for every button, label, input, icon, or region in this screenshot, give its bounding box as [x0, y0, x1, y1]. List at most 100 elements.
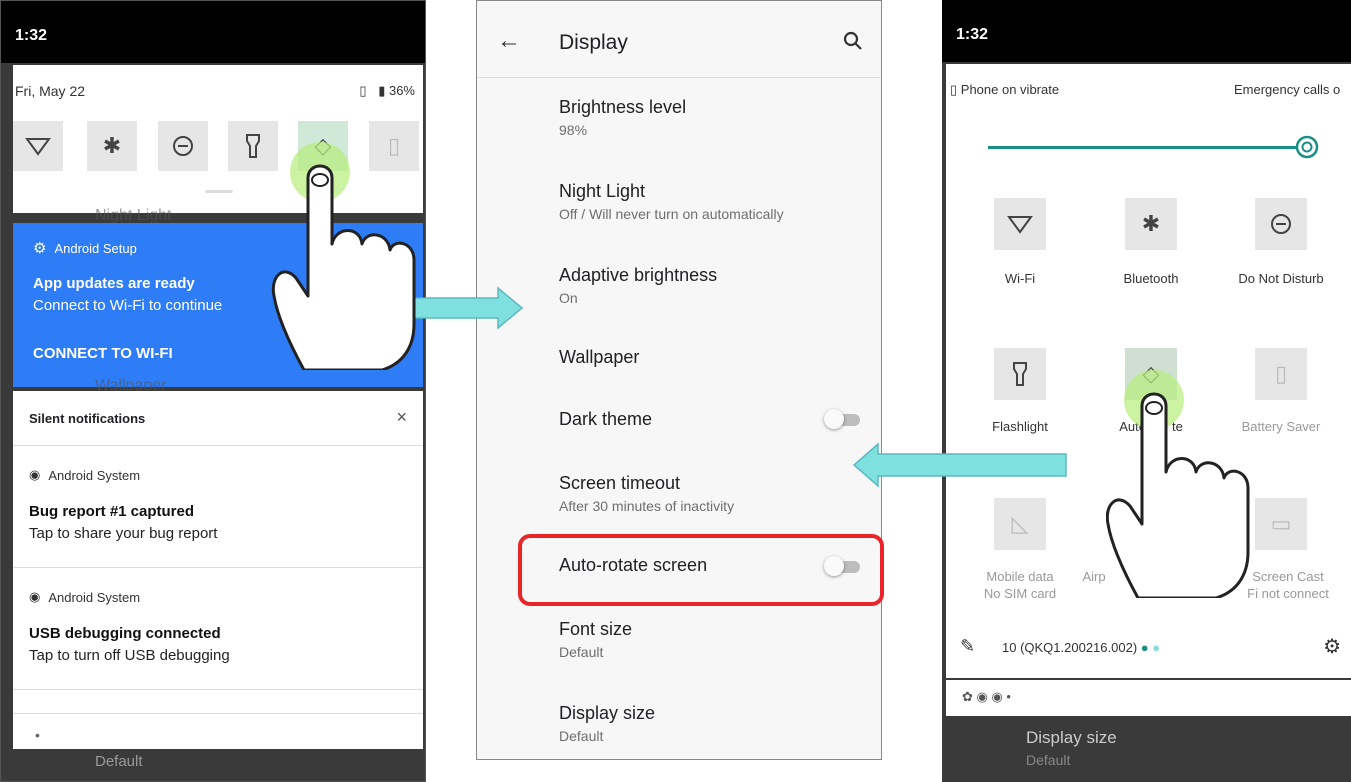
edit-pencil-icon[interactable]: ✎	[960, 636, 975, 657]
flashlight-icon	[246, 134, 260, 158]
app-bar: ← Display	[477, 1, 881, 78]
brightness-slider[interactable]	[988, 146, 1306, 149]
silent-notifications-header: Silent notifications	[29, 411, 146, 426]
wifi-tile[interactable]	[994, 198, 1046, 250]
settings-gear-icon[interactable]: ⚙	[1323, 634, 1341, 659]
background-text: Default	[1026, 752, 1071, 768]
notification-title: App updates are ready	[33, 275, 195, 292]
vibrate-icon: ▯	[950, 82, 958, 97]
flashlight-icon	[1013, 362, 1027, 386]
back-arrow-icon[interactable]: ←	[497, 27, 521, 55]
setting-adaptive-brightness[interactable]: Adaptive brightness On	[559, 265, 717, 306]
notification-app-header: ◉ Android System	[29, 589, 140, 605]
status-time: 1:32	[15, 27, 48, 44]
do-not-disturb-tile[interactable]	[158, 121, 208, 171]
notification-text[interactable]: Tap to turn off USB debugging	[29, 647, 230, 664]
vibrate-icon: ▯	[359, 83, 367, 98]
notification-text[interactable]: Tap to share your bug report	[29, 525, 217, 542]
setting-font-size[interactable]: Font size Default	[559, 619, 632, 660]
do-not-disturb-icon	[1271, 214, 1291, 234]
notification-dot: •	[35, 727, 40, 743]
mobile-data-tile[interactable]: ◺	[994, 498, 1046, 550]
setting-title: Font size	[559, 619, 633, 639]
setting-title: Adaptive brightness	[559, 265, 718, 285]
divider	[13, 713, 423, 714]
setting-summary: Default	[559, 644, 604, 660]
setting-summary: After 30 minutes of inactivity	[559, 498, 735, 514]
date-label: Fri, May 22	[15, 83, 86, 99]
notification-icons: ✿ ◉ ◉ •	[962, 689, 1011, 704]
do-not-disturb-label: Do Not Disturb	[1238, 271, 1324, 286]
vibrate-label: Phone on vibrate	[960, 82, 1060, 97]
setting-title: Night Light	[559, 181, 646, 201]
notification-app-name: Android Setup	[54, 240, 137, 256]
vibrate-status: ▯ Phone on vibrate	[950, 82, 1059, 98]
do-not-disturb-tile[interactable]	[1255, 198, 1307, 250]
drag-handle[interactable]	[205, 190, 233, 193]
setting-title: Wallpaper	[559, 347, 640, 367]
display-settings-screen: ← Display Brightness level 98% Night Lig…	[476, 0, 882, 760]
notification-title[interactable]: USB debugging connected	[29, 625, 221, 642]
setting-summary: On	[559, 290, 578, 306]
page-title: Display	[559, 31, 628, 54]
notification-text: Connect to Wi-Fi to continue	[33, 297, 223, 314]
dark-theme-toggle[interactable]	[824, 409, 860, 429]
flashlight-label: Flashlight	[992, 419, 1048, 434]
setting-summary: Default	[559, 728, 604, 744]
do-not-disturb-icon	[173, 136, 193, 156]
battery-icon: ▮	[378, 83, 386, 98]
search-icon[interactable]	[843, 31, 863, 51]
divider	[13, 567, 423, 568]
emergency-calls-label: Emergency calls o	[1234, 82, 1341, 97]
notification-app-name: Android System	[48, 467, 141, 483]
connect-wifi-action[interactable]: CONNECT TO WI-FI	[33, 345, 173, 362]
notification-icons-strip: ✿ ◉ ◉ •	[946, 680, 1351, 716]
wifi-icon	[1007, 216, 1033, 234]
setting-display-size[interactable]: Display size Default	[559, 703, 655, 744]
bluetooth-tile[interactable]: ✱	[87, 121, 137, 171]
status-bar: 1:32	[942, 0, 1351, 62]
status-bar: 1:32	[1, 1, 425, 63]
bluetooth-tile[interactable]: ✱	[1125, 198, 1177, 250]
notification-app-name: Android System	[48, 589, 141, 605]
gear-icon: ⚙	[33, 240, 47, 257]
setting-summary: 98%	[559, 122, 588, 138]
divider	[13, 445, 423, 446]
divider	[13, 689, 423, 690]
wifi-label: Wi-Fi	[1004, 271, 1036, 286]
setting-title: Display size	[559, 703, 656, 723]
silent-notifications-group: Silent notifications × ◉ Android System …	[13, 391, 423, 749]
android-system-icon: ◉	[29, 589, 41, 604]
battery-percent: 36%	[388, 83, 415, 98]
setting-title: Dark theme	[559, 409, 653, 429]
brightness-icon[interactable]	[1294, 134, 1320, 160]
close-icon[interactable]: ×	[396, 407, 407, 428]
setting-summary: Off / Will never turn on automatically	[559, 206, 784, 222]
screen-cast-icon: ▭	[1270, 511, 1292, 536]
setting-wallpaper[interactable]: Wallpaper	[559, 347, 639, 368]
bluetooth-icon: ✱	[102, 133, 122, 158]
notification-app-header: ⚙ Android Setup	[33, 239, 137, 257]
bluetooth-label: Bluetooth	[1123, 271, 1179, 286]
tapping-hand-icon	[1106, 370, 1250, 598]
background-text: Display size	[1026, 728, 1117, 747]
tapping-hand-icon	[271, 142, 416, 370]
setting-dark-theme[interactable]: Dark theme	[559, 409, 652, 430]
setting-night-light[interactable]: Night Light Off / Will never turn on aut…	[559, 181, 784, 222]
build-number: 10 (QKQ1.200216.002) ● ●	[1002, 640, 1161, 655]
notification-title[interactable]: Bug report #1 captured	[29, 503, 194, 520]
flashlight-tile[interactable]	[994, 348, 1046, 400]
bluetooth-icon: ✱	[1141, 211, 1161, 236]
setting-title: Screen timeout	[559, 473, 681, 493]
mobile-data-label: Mobile data No SIM card	[983, 569, 1057, 601]
left-phone-screen: 1:32 Fri, May 22 ▯ ▮ 36% ✱ ◇ ▯ Night Lig…	[0, 0, 426, 782]
left-arrow-graphic	[852, 442, 1067, 488]
setting-title: Brightness level	[559, 97, 687, 117]
wifi-tile[interactable]	[13, 121, 63, 171]
status-time: 1:32	[956, 26, 989, 43]
setting-brightness-level[interactable]: Brightness level 98%	[559, 97, 686, 138]
battery-status: ▯ ▮ 36%	[359, 83, 415, 99]
setting-screen-timeout[interactable]: Screen timeout After 30 minutes of inact…	[559, 473, 734, 514]
background-text: Default	[95, 753, 143, 770]
wifi-icon	[25, 138, 51, 156]
